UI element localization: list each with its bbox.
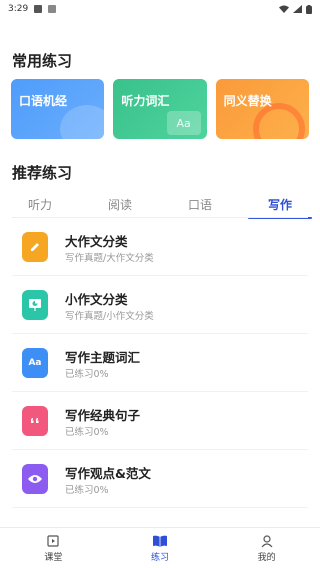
- classroom-icon: [47, 534, 59, 547]
- signal-icon: [293, 5, 302, 13]
- vocabulary-book-icon: Aa: [22, 348, 48, 378]
- item-subtitle: 写作真题/大作文分类: [65, 253, 154, 264]
- status-right: [279, 4, 312, 14]
- list-item[interactable]: 写作经典句子 已练习0%: [12, 392, 308, 450]
- list-item[interactable]: Aa 写作主题词汇 已练习0%: [12, 334, 308, 392]
- tab-listening[interactable]: 听力: [0, 193, 80, 217]
- pie-chart-icon: [22, 290, 48, 320]
- app-notification-icon: [48, 5, 57, 13]
- item-subtitle: 写作真题/小作文分类: [65, 311, 154, 322]
- status-time: 3:29: [8, 4, 29, 14]
- card-label: 听力词汇: [121, 94, 170, 108]
- practice-list: 大作文分类 写作真题/大作文分类 小作文分类 写作真题/小作文分类 Aa 写作主…: [0, 218, 320, 508]
- item-subtitle: 已练习0%: [65, 369, 109, 380]
- item-subtitle: 已练习0%: [65, 427, 109, 438]
- card-speaking-questions[interactable]: 口语机经: [11, 79, 105, 139]
- pencil-icon: [22, 232, 48, 262]
- item-title: 写作主题词汇: [65, 350, 141, 365]
- wifi-icon: [279, 5, 289, 13]
- card-label: 同义替换: [223, 94, 272, 108]
- item-title: 写作经典句子: [65, 408, 141, 423]
- item-title: 写作观点&范文: [65, 466, 151, 481]
- aa-icon: Aa: [166, 111, 201, 135]
- battery-icon: [306, 4, 312, 14]
- recommended-practice-title: 推荐练习: [12, 164, 73, 182]
- bottom-nav: 课堂 练习 我的: [0, 527, 320, 568]
- card-decoration: [60, 105, 105, 139]
- card-synonym-replacement[interactable]: 同义替换: [215, 79, 309, 139]
- tab-speaking[interactable]: 口语: [160, 193, 240, 217]
- tab-reading[interactable]: 阅读: [80, 193, 160, 217]
- common-practice-cards: 口语机经 Aa 听力词汇 同义替换: [11, 79, 309, 139]
- item-subtitle: 已练习0%: [65, 485, 109, 496]
- nav-profile[interactable]: 我的: [213, 528, 320, 568]
- common-practice-title: 常用练习: [12, 52, 73, 70]
- item-title: 大作文分类: [65, 234, 128, 249]
- practice-tabs: 听力 阅读 口语 写作: [0, 193, 320, 219]
- status-bar: 3:29: [0, 0, 320, 18]
- nav-practice[interactable]: 练习: [107, 528, 214, 568]
- list-item[interactable]: 小作文分类 写作真题/小作文分类: [12, 276, 308, 334]
- item-title: 小作文分类: [65, 292, 128, 307]
- book-icon: [153, 535, 167, 547]
- eye-icon: [22, 464, 48, 494]
- tab-writing[interactable]: 写作: [240, 193, 320, 219]
- nav-label: 课堂: [44, 552, 63, 563]
- profile-icon: [261, 534, 273, 547]
- nav-classroom[interactable]: 课堂: [0, 528, 107, 568]
- list-item[interactable]: 写作观点&范文 已练习0%: [12, 450, 308, 508]
- card-label: 口语机经: [19, 94, 68, 108]
- quote-icon: [22, 406, 48, 436]
- nav-label: 我的: [257, 552, 276, 563]
- gallery-notification-icon: [34, 5, 43, 13]
- list-item[interactable]: 大作文分类 写作真题/大作文分类: [12, 218, 308, 276]
- card-listening-vocabulary[interactable]: Aa 听力词汇: [113, 79, 207, 139]
- status-left: 3:29: [8, 4, 57, 14]
- nav-label: 练习: [151, 552, 170, 563]
